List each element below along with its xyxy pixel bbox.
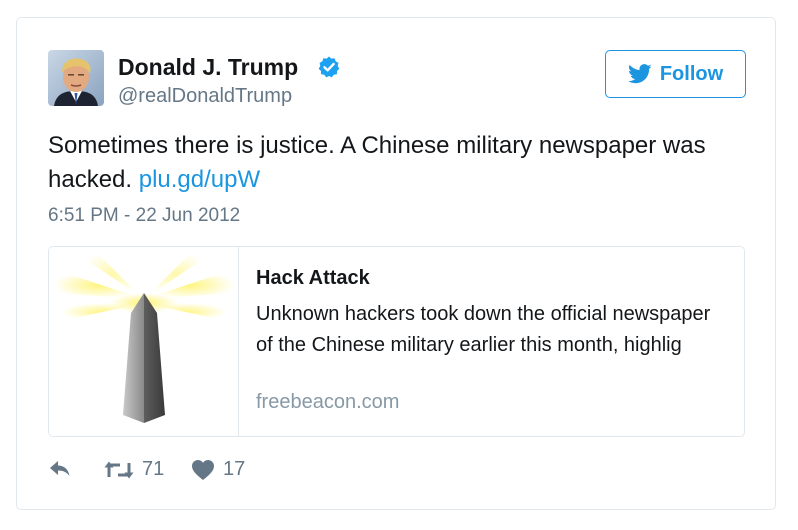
tweet-card: Donald J. Trump @realDonaldTrump Follow …: [16, 17, 776, 510]
like-count: 17: [223, 458, 246, 480]
twitter-bird-icon: [627, 64, 652, 84]
retweet-icon: [104, 461, 134, 478]
tweet-text: Sometimes there is justice. A Chinese mi…: [48, 129, 738, 197]
link-card-image: [49, 247, 239, 436]
tweet-link[interactable]: plu.gd/upW: [139, 166, 260, 193]
timestamp[interactable]: 6:51 PM - 22 Jun 2012: [48, 205, 240, 227]
follow-button[interactable]: Follow: [605, 50, 746, 98]
link-card-title: Hack Attack: [256, 267, 370, 289]
retweet-button[interactable]: 71: [104, 458, 164, 481]
verified-badge-icon: [317, 55, 341, 79]
link-card-description: Unknown hackers took down the official n…: [256, 303, 711, 356]
reply-button[interactable]: [48, 458, 72, 478]
retweet-count: 71: [142, 458, 165, 480]
heart-icon: [192, 459, 214, 480]
like-button[interactable]: 17: [191, 458, 245, 481]
link-card-domain: freebeacon.com: [256, 391, 400, 413]
author-handle[interactable]: @realDonaldTrump: [118, 85, 292, 108]
reply-icon: [50, 461, 70, 476]
avatar[interactable]: [48, 50, 104, 106]
follow-label: Follow: [659, 62, 724, 85]
author-name[interactable]: Donald J. Trump: [118, 54, 298, 81]
link-preview-card[interactable]: Hack Attack Unknown hackers took down th…: [48, 246, 745, 437]
